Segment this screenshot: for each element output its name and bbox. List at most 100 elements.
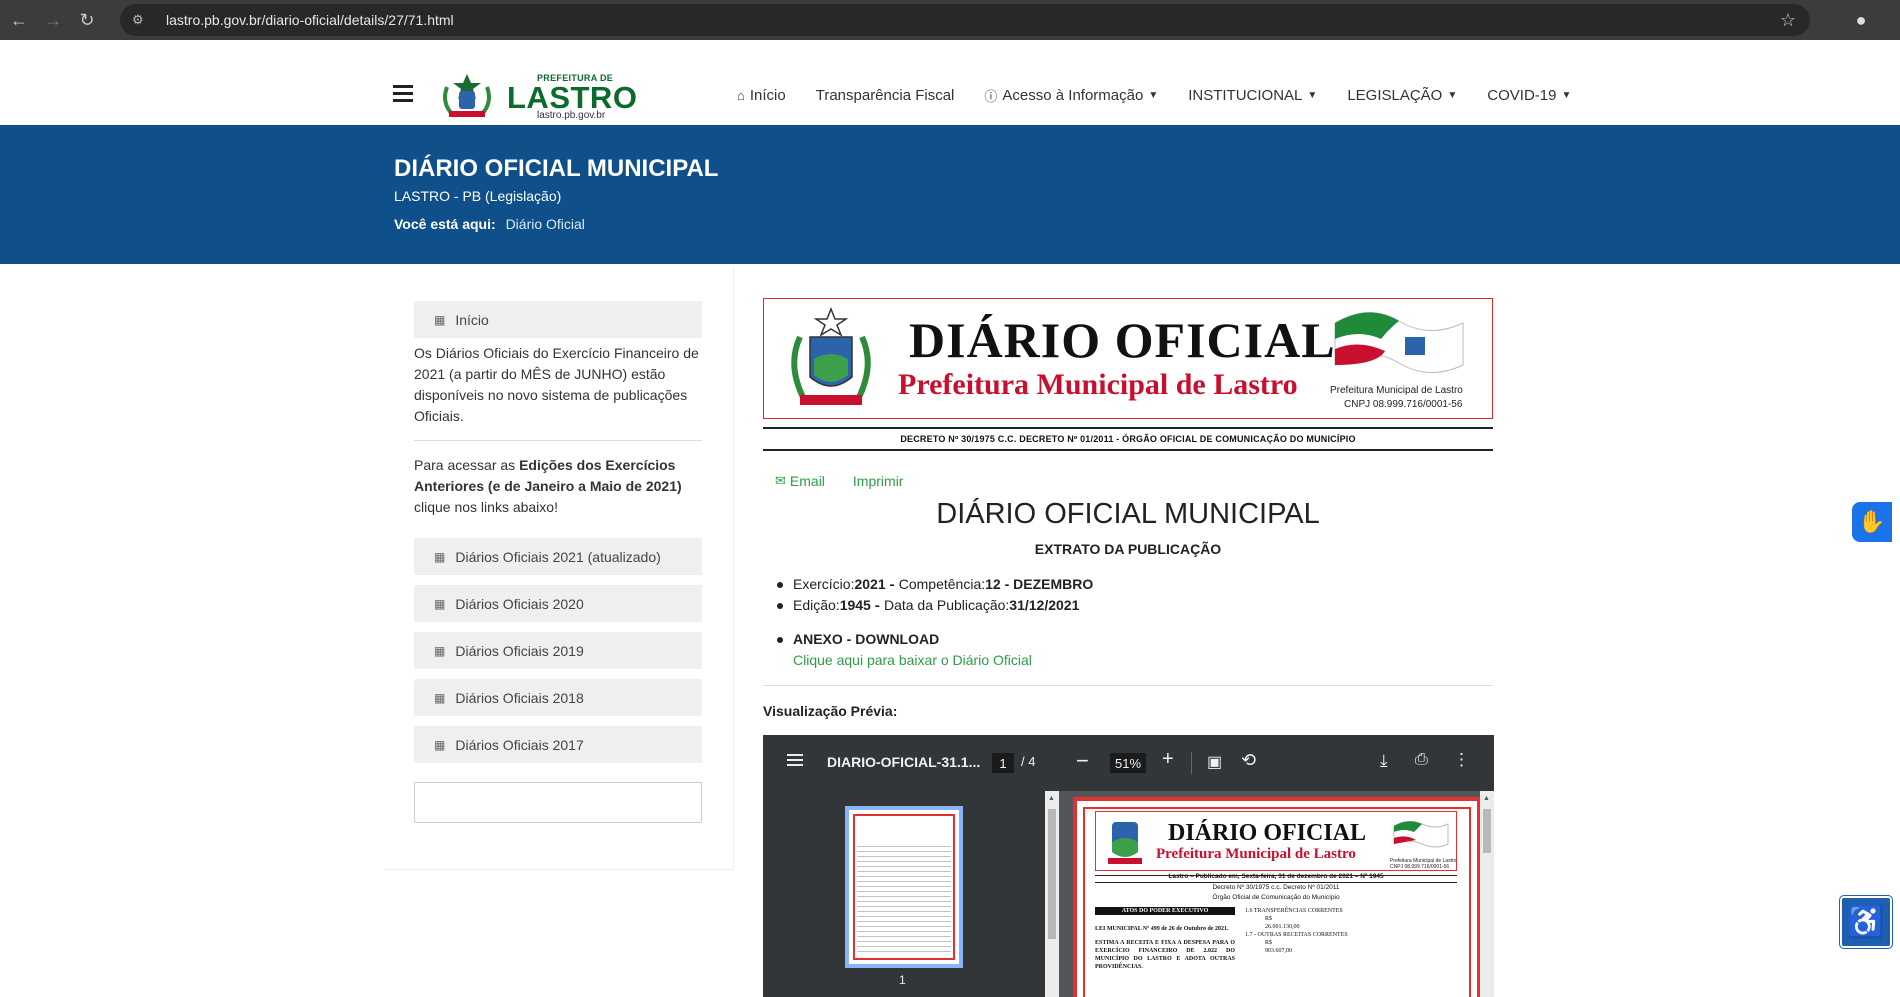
site-header: PREFEITURA DE LASTRO lastro.pb.gov.br ⌂ … (0, 40, 1900, 125)
page-subtitle: LASTRO - PB (Legislação) (394, 188, 562, 204)
nav-covid-19[interactable]: COVID-19 ▼ (1487, 87, 1571, 104)
calendar-icon: ▦ (434, 737, 446, 752)
profile-icon[interactable]: ● (1847, 6, 1875, 34)
sign-language-widget-icon[interactable]: ✋ (1852, 502, 1892, 542)
scroll-up-icon[interactable]: ▲ (1483, 795, 1490, 802)
page-flag-caption: Prefeitura Municipal de Lastro CNPJ 08.9… (1390, 858, 1457, 870)
zoom-out-icon[interactable]: − (1076, 748, 1089, 774)
calendar-icon: ▦ (434, 549, 446, 564)
anexo-title: ANEXO - DOWNLOAD (777, 629, 1032, 650)
pdf-thumbnail-pane: 1 (763, 791, 1045, 997)
content-divider (763, 685, 1493, 686)
hamburger-menu-icon[interactable] (393, 85, 413, 102)
sidebar-notice-previous: Para acessar as Edições dos Exercícios A… (414, 457, 682, 515)
nav-legislacao[interactable]: LEGISLAÇÃO ▼ (1347, 87, 1457, 104)
reload-icon[interactable]: ↻ (72, 5, 102, 35)
site-logo[interactable]: PREFEITURA DE LASTRO lastro.pb.gov.br (437, 70, 637, 122)
anexo-section: ANEXO - DOWNLOAD Clique aqui para baixar… (777, 629, 1032, 671)
pdf-viewer[interactable]: DIARIO-OFICIAL-31.1... 1 / 4 − 51% + ▣ ⟲… (763, 735, 1494, 997)
nav-inicio[interactable]: ⌂ Início (737, 87, 786, 104)
sidebar-link-2017[interactable]: ▦ Diários Oficiais 2017 (414, 726, 702, 763)
rotate-icon[interactable]: ⟲ (1241, 750, 1256, 771)
page-scrollbar[interactable]: ▲ (1480, 791, 1494, 997)
print-button[interactable]: Imprimir (853, 473, 904, 489)
sidebar-home-button[interactable]: ▦ Início (414, 301, 702, 338)
pdf-page-input[interactable]: 1 (992, 753, 1014, 773)
sidebar-divider (414, 440, 702, 441)
publication-title: DIÁRIO OFICIAL MUNICIPAL (936, 498, 1320, 530)
url-text[interactable]: lastro.pb.gov.br/diario-oficial/details/… (166, 12, 454, 28)
pdf-thumbnail-page-1[interactable] (845, 806, 963, 968)
pdf-toolbar: DIARIO-OFICIAL-31.1... 1 / 4 − 51% + ▣ ⟲… (763, 735, 1494, 791)
pdf-filename: DIARIO-OFICIAL-31.1... (827, 754, 981, 770)
bullet (777, 581, 783, 588)
masthead-cnpj: CNPJ 08.999.716/0001-56 (1344, 399, 1463, 410)
crest-icon (443, 74, 491, 117)
thumbnail-scrollbar[interactable]: ▲ (1045, 791, 1059, 997)
back-icon[interactable]: ← (4, 5, 34, 35)
masthead-title: DIÁRIO OFICIAL (909, 312, 1336, 368)
page-published-line: Lastro – Publicado em, Sexta-feira, 31 d… (1168, 873, 1384, 880)
download-icon[interactable]: ⤓ (1380, 751, 1388, 771)
page-col2-line: R$ (1265, 940, 1273, 946)
scroll-up-icon[interactable]: ▲ (1048, 795, 1055, 802)
zoom-in-icon[interactable]: + (1162, 748, 1174, 771)
nav-acesso-informacao[interactable]: ⓘ Acesso à Informação ▼ (984, 86, 1158, 105)
nav-institucional[interactable]: INSTITUCIONAL ▼ (1188, 87, 1317, 104)
print-icon[interactable]: ⎙ (1415, 751, 1428, 769)
sidebar-link-2020[interactable]: ▦ Diários Oficiais 2020 (414, 585, 702, 622)
address-bar[interactable]: ⚙ lastro.pb.gov.br/diario-oficial/detail… (120, 4, 1810, 36)
bullet (777, 636, 783, 643)
scrollbar-thumb[interactable] (1048, 809, 1056, 939)
chevron-down-icon: ▼ (1447, 90, 1458, 101)
top-navigation: ⌂ Início Transparência Fiscal ⓘ Acesso à… (737, 86, 1601, 105)
toolbar-separator (1191, 752, 1192, 774)
more-options-icon[interactable]: ⋮ (1453, 750, 1470, 770)
sidebar-link-2019[interactable]: ▦ Diários Oficiais 2019 (414, 632, 702, 669)
page-column-right: 1.6 TRANSFERÊNCIAS CORRENTES R$ 26.001.1… (1245, 907, 1385, 955)
chevron-down-icon: ▼ (1148, 90, 1159, 101)
preview-label: Visualização Prévia: (763, 703, 898, 719)
page-lei: LEI MUNICIPAL Nº 499 de 26 de Outubro de… (1095, 926, 1229, 932)
calendar-icon: ▦ (434, 643, 446, 658)
scrollbar-thumb[interactable] (1483, 809, 1491, 853)
page-title: DIÁRIO OFICIAL (1168, 820, 1367, 846)
page-col2-line: 26.001.130,00 (1265, 924, 1300, 930)
pdf-zoom-input[interactable]: 51% (1110, 753, 1146, 773)
envelope-icon: ✉ (775, 473, 786, 488)
forward-icon[interactable]: → (38, 5, 68, 35)
site-settings-icon[interactable]: ⚙ (132, 12, 150, 28)
pdf-page-total: / 4 (1021, 754, 1036, 769)
sidebar-notice-new-system: Os Diários Oficiais do Exercício Finance… (414, 345, 699, 424)
nav-transparencia-fiscal[interactable]: Transparência Fiscal (816, 87, 955, 104)
sidebar: ▦ Início Os Diários Oficiais do Exercíci… (384, 266, 734, 870)
actions-bar: ✉ Email Imprimir (775, 473, 903, 489)
fit-page-icon[interactable]: ▣ (1207, 752, 1222, 772)
email-button[interactable]: ✉ Email (775, 473, 825, 489)
masthead-flag-caption: Prefeitura Municipal de Lastro (1330, 385, 1463, 396)
breadcrumb-link[interactable]: Diário Oficial (506, 216, 585, 232)
sidebar-link-2021[interactable]: ▦ Diários Oficiais 2021 (atualizado) (414, 538, 702, 575)
pdf-menu-icon[interactable] (787, 754, 803, 766)
page-ementa: ESTIMA A RECEITA E FIXA A DESPESA PARA O… (1095, 940, 1235, 970)
logo-site: lastro.pb.gov.br (537, 110, 606, 121)
accessibility-icon[interactable]: ♿ (1840, 896, 1892, 948)
browser-toolbar: ← → ↻ ⚙ lastro.pb.gov.br/diario-oficial/… (0, 0, 1900, 40)
bookmark-star-icon[interactable]: ☆ (1780, 10, 1796, 31)
coat-of-arms-icon (791, 307, 871, 405)
page-rule (1095, 882, 1457, 883)
download-link[interactable]: Clique aqui para baixar o Diário Oficial (793, 650, 1032, 671)
page-col2-line: 1.7 - OUTRAS RECEITAS CORRENTES (1245, 932, 1348, 938)
masthead-subtitle: Prefeitura Municipal de Lastro (898, 368, 1298, 401)
info-icon: ⓘ (984, 89, 998, 104)
diario-masthead: DIÁRIO OFICIAL Prefeitura Municipal de L… (763, 298, 1493, 419)
breadcrumb-label: Você está aqui: (394, 216, 496, 232)
page-col2-line: 1.6 TRANSFERÊNCIAS CORRENTES (1245, 908, 1343, 914)
detail-edicao: Edição: 1945 - - Data da Publicação: 31/… (777, 595, 1093, 616)
pdf-page-pane: DIÁRIO OFICIAL Prefeitura Municipal de L… (1059, 791, 1494, 997)
page-decreto-line: Decreto Nº 30/1975 c.c. Decreto Nº 01/20… (1212, 884, 1340, 891)
thumbnail-number: 1 (899, 973, 906, 987)
sidebar-link-2018[interactable]: ▦ Diários Oficiais 2018 (414, 679, 702, 716)
page-crest-icon (1108, 822, 1142, 864)
detail-exercicio: Exercício: 2021 - - Competência: 12 - DE… (777, 574, 1093, 595)
